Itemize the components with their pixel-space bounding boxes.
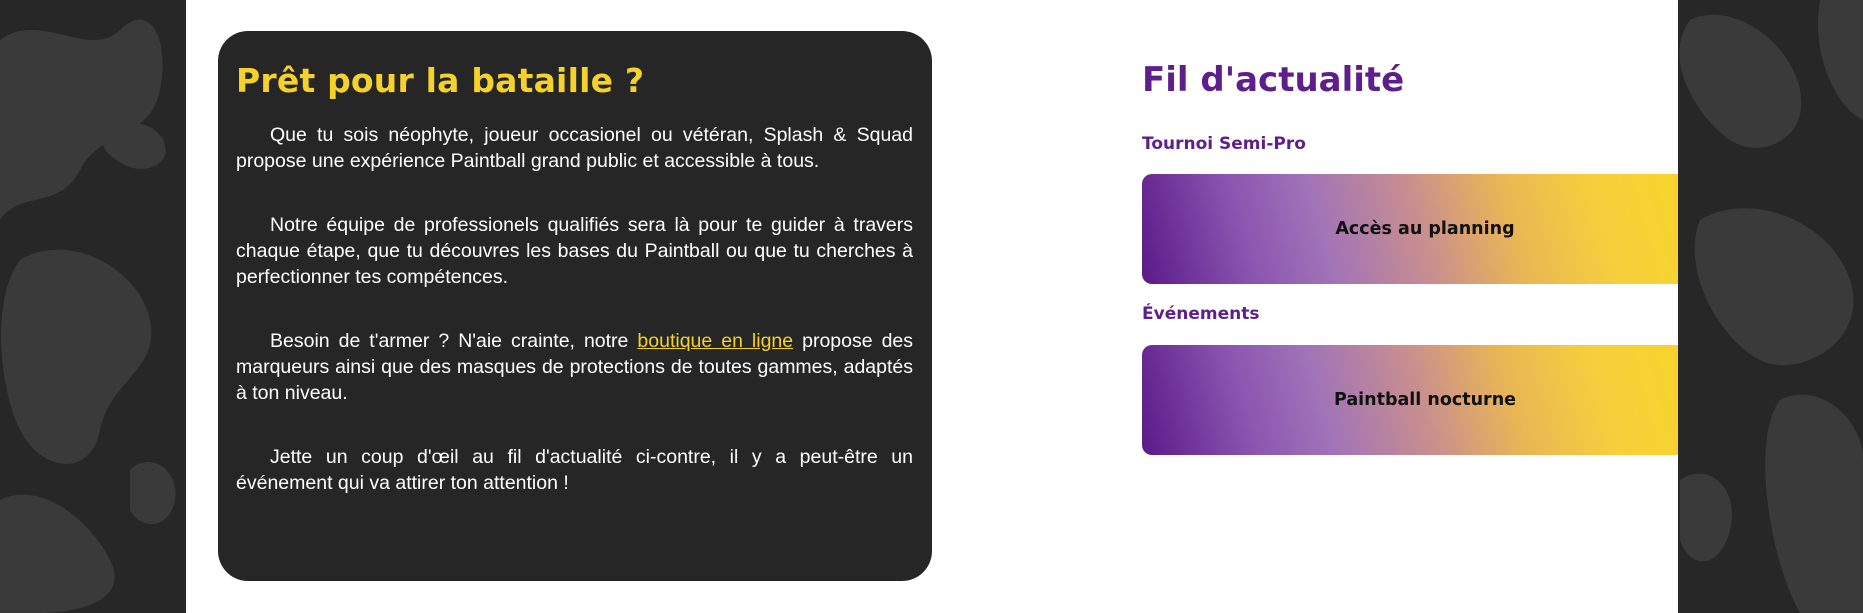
intro-paragraph-3: Besoin de t'armer ? N'aie crainte, notre… — [236, 328, 913, 406]
intro-card: Prêt pour la bataille ? Que tu sois néop… — [218, 31, 932, 581]
planning-button-label: Accès au planning — [1335, 219, 1515, 239]
intro-paragraph-1: Que tu sois néophyte, joueur occasionel … — [236, 124, 913, 172]
feed-title: Fil d'actualité — [1142, 60, 1405, 100]
intro-paragraph-4: Jette un coup d'œil au fil d'actualité c… — [236, 446, 913, 494]
planning-button[interactable]: Accès au planning — [1142, 174, 1678, 284]
main-content: Prêt pour la bataille ? Que tu sois néop… — [186, 0, 1678, 613]
intro-paragraph-2: Notre équipe de professionels qualifiés … — [236, 214, 913, 288]
feed-section-heading-events: Événements — [1142, 304, 1260, 324]
night-paintball-button-label: Paintball nocturne — [1333, 390, 1517, 410]
news-feed: Fil d'actualité Tournoi Semi-Pro Accès a… — [1142, 0, 1678, 613]
feed-section-heading-tournament: Tournoi Semi-Pro — [1142, 134, 1306, 154]
shop-link[interactable]: boutique en ligne — [637, 330, 793, 352]
night-paintball-button[interactable]: Paintball nocturne — [1142, 345, 1678, 455]
intro-paragraph-3-start: Besoin de t'armer ? N'aie crainte, notre — [270, 330, 638, 352]
intro-title: Prêt pour la bataille ? — [236, 61, 645, 100]
